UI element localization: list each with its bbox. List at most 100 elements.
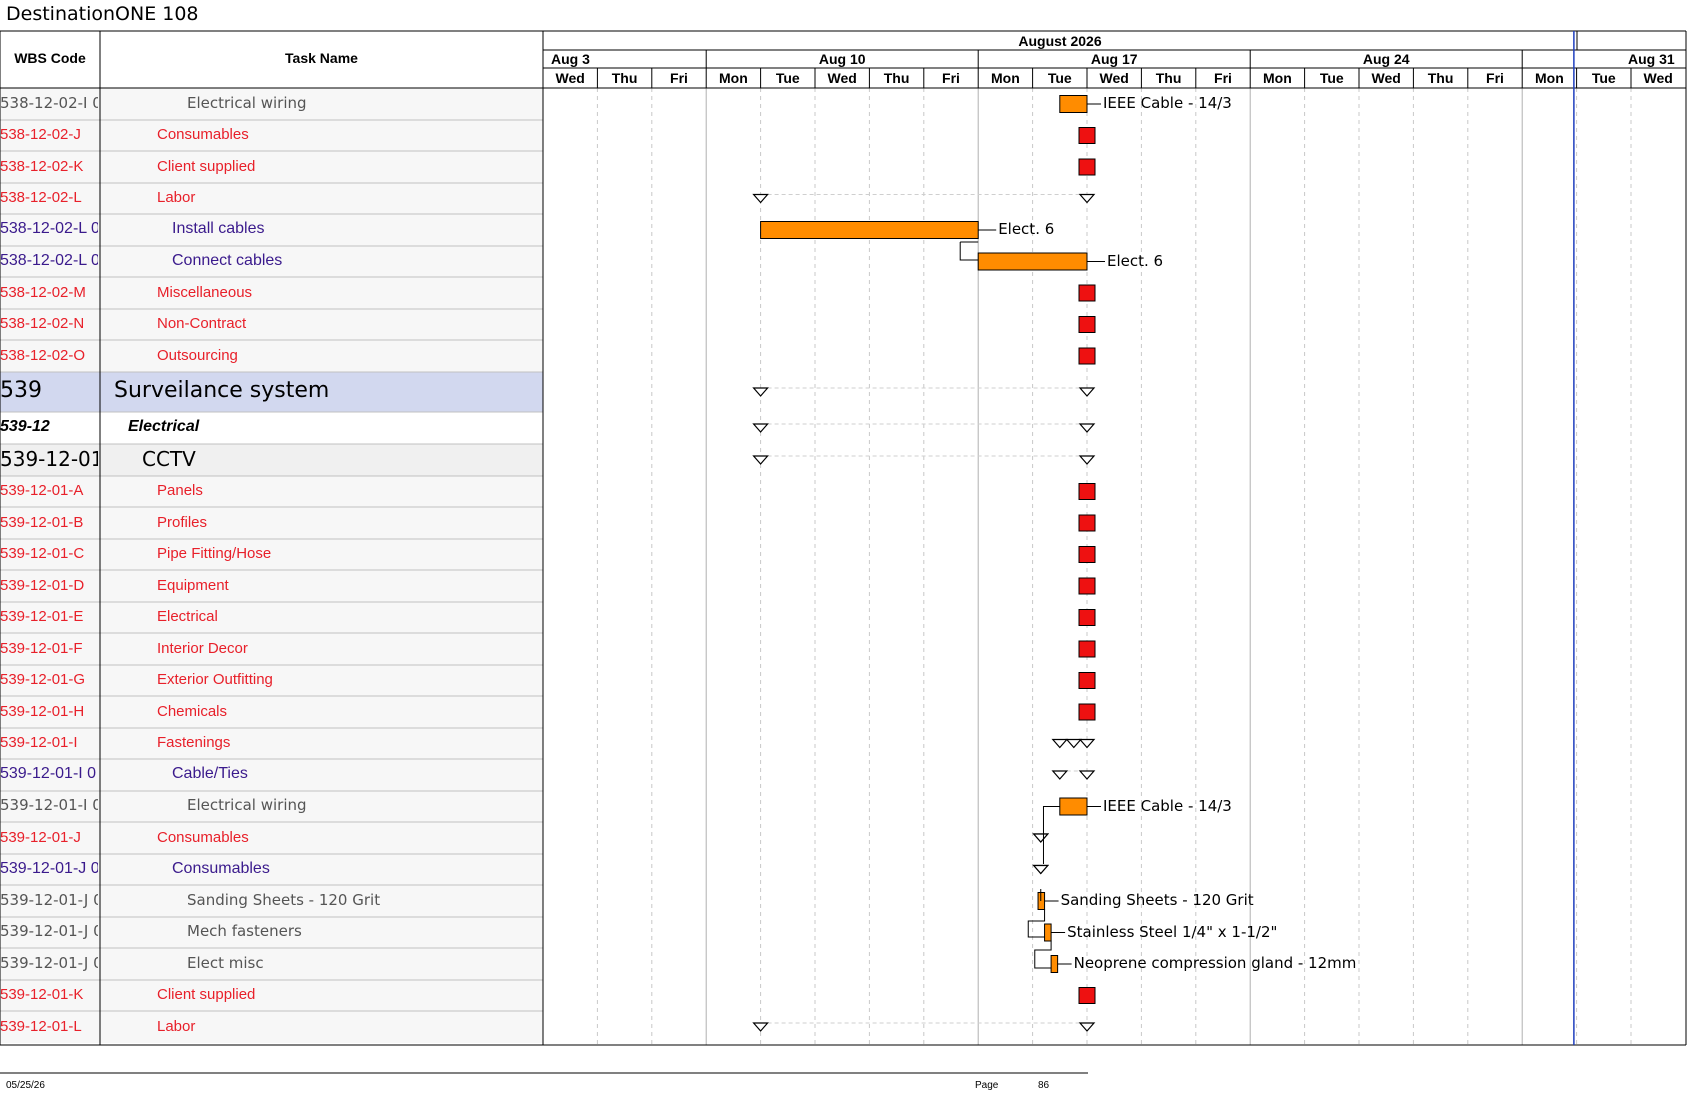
wbs-code-cell[interactable]: 539-12-01-G (0, 672, 98, 687)
milestone-marker[interactable] (1078, 347, 1096, 365)
task-name-cell[interactable]: Interior Decor (157, 641, 539, 656)
task-name-cell[interactable]: Pipe Fitting/Hose (157, 546, 539, 561)
summary-span-marker[interactable] (1078, 770, 1096, 780)
task-name-cell[interactable]: Non-Contract (157, 316, 539, 331)
task-name-cell[interactable]: Electrical wiring (187, 798, 539, 813)
task-bar[interactable] (1059, 95, 1088, 113)
summary-span-marker[interactable] (1032, 833, 1050, 843)
summary-span-marker[interactable] (1078, 1022, 1096, 1032)
wbs-code-cell[interactable]: 539-12-01-J 01 (0, 924, 98, 939)
summary-span-marker[interactable] (1078, 738, 1096, 749)
summary-span-marker[interactable] (1078, 193, 1096, 204)
task-name-cell[interactable]: Client supplied (157, 987, 539, 1002)
milestone-marker[interactable] (1078, 284, 1096, 302)
wbs-code-cell[interactable]: 539-12-01-J (0, 830, 98, 845)
milestone-marker[interactable] (1078, 514, 1096, 532)
task-name-cell[interactable]: Electrical wiring (187, 96, 539, 111)
wbs-code-cell[interactable]: 538-12-02-L 0 (0, 253, 98, 269)
task-name-cell[interactable]: Client supplied (157, 159, 539, 174)
task-name-cell[interactable]: Equipment (157, 578, 539, 593)
wbs-code-cell[interactable]: 538-12-02-O (0, 348, 98, 363)
task-name-cell[interactable]: Chemicals (157, 704, 539, 719)
column-header-task[interactable]: Task Name (100, 51, 543, 65)
task-bar[interactable] (1044, 923, 1052, 942)
milestone-marker[interactable] (1078, 127, 1096, 144)
summary-span-marker[interactable] (1065, 738, 1083, 749)
wbs-code-cell[interactable]: 538-12-02-N (0, 316, 98, 331)
task-name-cell[interactable]: Sanding Sheets - 120 Grit (187, 893, 539, 908)
summary-span-marker[interactable] (1051, 738, 1069, 749)
task-name-cell[interactable]: Elect misc (187, 956, 539, 971)
wbs-code-cell[interactable]: 538-12-02-K (0, 159, 98, 174)
task-name-cell[interactable]: Mech fasteners (187, 924, 539, 939)
wbs-code-cell[interactable]: 539-12-01-A (0, 483, 98, 498)
wbs-code-cell[interactable]: 538-12-02-M (0, 285, 98, 300)
task-bar[interactable] (760, 221, 979, 239)
task-name-cell[interactable]: Electrical (128, 419, 539, 435)
task-name-cell[interactable]: Miscellaneous (157, 285, 539, 300)
column-header-wbs[interactable]: WBS Code (0, 51, 100, 65)
wbs-code-cell[interactable]: 539-12-01-C (0, 546, 98, 561)
milestone-marker[interactable] (1078, 577, 1096, 595)
milestone-marker[interactable] (1078, 987, 1096, 1004)
summary-span-marker[interactable] (1078, 455, 1096, 465)
milestone-marker[interactable] (1078, 703, 1096, 721)
wbs-code-cell[interactable]: 539-12-01-I 01 (0, 798, 98, 813)
task-name-cell[interactable]: Fastenings (157, 735, 539, 750)
milestone-marker[interactable] (1078, 158, 1096, 176)
summary-span-marker[interactable] (1078, 423, 1096, 433)
wbs-code-cell[interactable]: 539-12-01 (0, 449, 98, 469)
wbs-code-cell[interactable]: 538-12-02-L (0, 190, 98, 205)
task-name-cell[interactable]: Consumables (172, 861, 539, 877)
milestone-marker[interactable] (1078, 546, 1096, 563)
wbs-code-cell[interactable]: 539-12-01-L (0, 1019, 98, 1034)
task-name-cell[interactable]: CCTV (142, 449, 539, 469)
task-name-cell[interactable]: Panels (157, 483, 539, 498)
wbs-code-cell[interactable]: 539 (0, 380, 98, 402)
task-name-cell[interactable]: Labor (157, 1019, 539, 1034)
wbs-code-cell[interactable]: 539-12-01-J 01 (0, 956, 98, 971)
summary-span-marker[interactable] (752, 193, 769, 204)
summary-span-marker[interactable] (752, 455, 769, 465)
wbs-code-cell[interactable]: 539-12-01-F (0, 641, 98, 656)
milestone-marker[interactable] (1078, 483, 1096, 500)
task-bar[interactable] (1050, 955, 1059, 973)
milestone-marker[interactable] (1078, 672, 1096, 689)
wbs-code-cell[interactable]: 539-12-01-B (0, 515, 98, 530)
task-name-cell[interactable]: Consumables (157, 830, 539, 845)
milestone-marker[interactable] (1078, 609, 1096, 626)
summary-span-marker[interactable] (1032, 864, 1050, 875)
task-name-cell[interactable]: Connect cables (172, 253, 539, 269)
task-name-cell[interactable]: Install cables (172, 221, 539, 237)
task-name-cell[interactable]: Labor (157, 190, 539, 205)
summary-span-marker[interactable] (752, 423, 769, 433)
wbs-code-cell[interactable]: 538-12-02-J (0, 127, 98, 142)
wbs-code-cell[interactable]: 539-12-01-J 0 (0, 861, 98, 877)
milestone-marker[interactable] (1078, 316, 1096, 333)
wbs-code-cell[interactable]: 539-12-01-D (0, 578, 98, 593)
task-bar[interactable] (1037, 892, 1046, 910)
task-bar[interactable] (1059, 797, 1088, 816)
summary-span-marker[interactable] (1051, 770, 1069, 780)
task-name-cell[interactable]: Exterior Outfitting (157, 672, 539, 687)
task-name-cell[interactable]: Profiles (157, 515, 539, 530)
wbs-code-cell[interactable]: 538-12-02-L 0 (0, 221, 98, 237)
wbs-code-cell[interactable]: 539-12-01-E (0, 609, 98, 624)
wbs-code-cell[interactable]: 538-12-02-I 01 (0, 96, 98, 111)
task-name-cell[interactable]: Consumables (157, 127, 539, 142)
task-name-cell[interactable]: Surveilance system (114, 380, 539, 402)
summary-span-marker[interactable] (1078, 387, 1096, 397)
wbs-code-cell[interactable]: 539-12-01-I 0 (0, 766, 98, 782)
task-name-cell[interactable]: Outsourcing (157, 348, 539, 363)
task-name-cell[interactable]: Cable/Ties (172, 766, 539, 782)
summary-span-marker[interactable] (752, 387, 769, 397)
summary-span-marker[interactable] (752, 1022, 769, 1032)
wbs-code-cell[interactable]: 539-12-01-J 01 (0, 893, 98, 908)
task-name-cell[interactable]: Electrical (157, 609, 539, 624)
wbs-code-cell[interactable]: 539-12-01-H (0, 704, 98, 719)
task-bar[interactable] (977, 252, 1088, 271)
wbs-code-cell[interactable]: 539-12-01-I (0, 735, 98, 750)
milestone-marker[interactable] (1078, 640, 1096, 658)
wbs-code-cell[interactable]: 539-12-01-K (0, 987, 98, 1002)
wbs-code-cell[interactable]: 539-12 (0, 419, 98, 435)
